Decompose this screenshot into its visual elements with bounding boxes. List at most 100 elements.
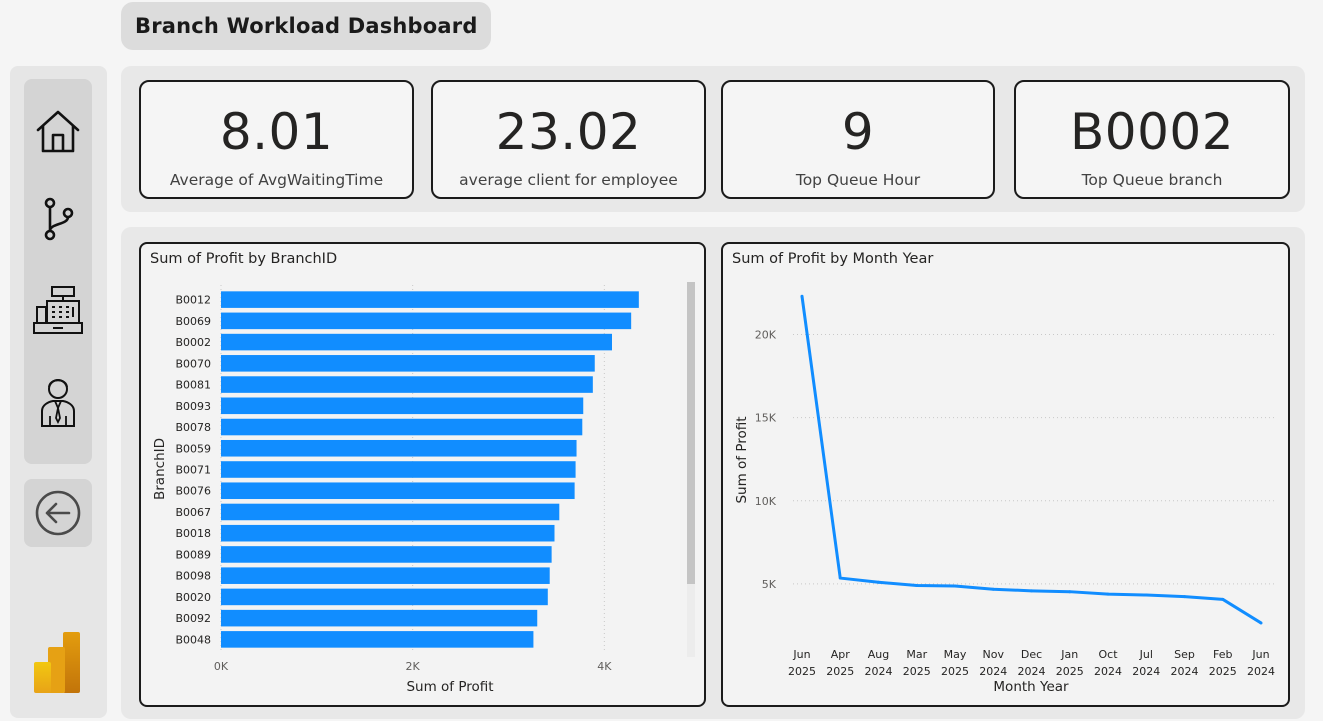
x-axis-label: Sum of Profit (406, 679, 493, 695)
x-tick-month: Sep (1174, 648, 1195, 661)
back-button[interactable] (24, 479, 92, 547)
y-tick-label: B0093 (175, 400, 211, 413)
bar[interactable] (221, 397, 584, 415)
y-tick-label: B0089 (175, 548, 211, 561)
x-tick-year: 2024 (1094, 665, 1122, 678)
bar[interactable] (221, 312, 632, 330)
y-axis-label: Sum of Profit (734, 416, 750, 503)
data-point[interactable] (1068, 590, 1072, 594)
x-tick-year: 2025 (788, 665, 816, 678)
y-tick-label: 15K (755, 412, 777, 425)
profit-by-branch-card: Sum of Profit by BranchID 0K 2K 4K B0012 B00… (139, 242, 706, 707)
kpi-card-avg-waiting-time: 8.01 Average of AvgWaitingTime (139, 80, 414, 199)
x-tick-month: Nov (983, 648, 1005, 661)
y-tick-label: B0071 (175, 464, 211, 477)
data-point[interactable] (1106, 592, 1110, 596)
profit-by-month-chart[interactable]: 5K10K15K20KJun2025Apr2025Aug2024Mar2025M… (723, 244, 1288, 705)
data-point[interactable] (991, 587, 995, 591)
y-tick-label: B0076 (175, 485, 211, 498)
page-title-box: Branch Workload Dashboard (121, 2, 491, 50)
bar[interactable] (221, 461, 576, 478)
y-tick-label: B0070 (175, 357, 211, 370)
data-point[interactable] (1259, 621, 1263, 625)
bar[interactable] (221, 588, 548, 606)
branch-icon (44, 197, 74, 241)
y-tick-label: B0002 (175, 336, 211, 349)
power-bi-logo-icon (34, 632, 80, 693)
x-tick-year: 2025 (1056, 665, 1084, 678)
bar[interactable] (221, 546, 552, 563)
data-point[interactable] (800, 294, 804, 298)
data-point[interactable] (1221, 597, 1225, 601)
y-axis-label: BranchID (152, 438, 168, 500)
bar[interactable] (221, 439, 577, 457)
series-line[interactable] (800, 296, 1262, 625)
data-point[interactable] (953, 584, 957, 588)
x-axis-label: Month Year (993, 679, 1069, 695)
nav-cashier-button[interactable] (30, 282, 86, 338)
x-tick-month: May (944, 648, 967, 661)
kpi-value: B0002 (1069, 103, 1235, 161)
bar[interactable] (221, 567, 550, 584)
x-tick-month: Oct (1098, 648, 1118, 661)
x-tick-label: 0K (214, 660, 229, 673)
nav-home-button[interactable] (30, 103, 86, 159)
employee-icon (41, 379, 75, 427)
kpi-value: 8.01 (219, 103, 334, 161)
x-tick-month: Jun (792, 648, 810, 661)
x-tick-month: Dec (1021, 648, 1042, 661)
y-tick-label: B0078 (175, 421, 211, 434)
bar[interactable] (221, 482, 575, 500)
kpi-label: Top Queue Hour (795, 171, 921, 189)
profit-by-branch-chart[interactable]: 0K 2K 4K B0012 B0069 B0002 B0070 B0081 B0093 B007… (141, 244, 704, 705)
bar[interactable] (221, 418, 583, 436)
x-tick-month: Jan (1060, 648, 1078, 661)
kpi-card-top-queue-branch: B0002 Top Queue branch (1014, 80, 1290, 199)
data-point[interactable] (915, 584, 919, 588)
y-tick-label: B0098 (175, 570, 211, 583)
kpi-label: Top Queue branch (1081, 171, 1223, 189)
x-tick-month: Aug (868, 648, 889, 661)
data-point[interactable] (877, 580, 880, 584)
y-tick-label: B0081 (175, 379, 211, 392)
bar[interactable] (221, 503, 560, 521)
x-tick-month: Apr (831, 648, 851, 661)
profit-by-month-card: Sum of Profit by Month Year 5K 10K 15K 20K J… (721, 242, 1290, 707)
back-arrow-icon (35, 490, 81, 536)
data-point[interactable] (1144, 593, 1148, 597)
x-tick-year: 2024 (1132, 665, 1160, 678)
bar[interactable] (221, 376, 593, 393)
y-tick-label: 20K (755, 329, 777, 342)
x-tick-year: 2025 (826, 665, 854, 678)
bar[interactable] (221, 333, 612, 351)
y-tick-label: B0012 (175, 294, 211, 307)
data-point[interactable] (838, 576, 842, 580)
y-tick-label: B0067 (175, 506, 211, 519)
kpi-value: 9 (841, 103, 875, 161)
data-point[interactable] (1030, 589, 1033, 593)
y-tick-label: B0018 (175, 527, 211, 540)
bar[interactable] (221, 355, 595, 372)
x-tick-year: 2024 (1247, 665, 1275, 678)
bar[interactable] (221, 609, 538, 627)
scrollbar-thumb[interactable] (687, 282, 695, 584)
bar[interactable] (221, 524, 555, 542)
data-point[interactable] (1183, 595, 1186, 599)
x-tick-year: 2025 (903, 665, 931, 678)
x-tick-month: Jul (1139, 648, 1153, 661)
x-tick-year: 2024 (1171, 665, 1199, 678)
kpi-card-top-queue-hour: 9 Top Queue Hour (721, 80, 995, 199)
x-tick-label: 2K (406, 660, 421, 673)
kpi-label: Average of AvgWaitingTime (169, 171, 384, 189)
y-tick-label: 5K (762, 578, 777, 591)
x-tick-year: 2024 (865, 665, 893, 678)
bar[interactable] (221, 291, 639, 308)
cash-register-icon (33, 286, 83, 334)
y-tick-label: B0092 (175, 612, 211, 625)
y-tick-label: 10K (755, 495, 777, 508)
x-tick-month: Mar (906, 648, 927, 661)
nav-branch-button[interactable] (30, 190, 86, 246)
x-tick-year: 2024 (979, 665, 1007, 678)
nav-employee-button[interactable] (30, 373, 86, 429)
bar[interactable] (221, 631, 534, 648)
